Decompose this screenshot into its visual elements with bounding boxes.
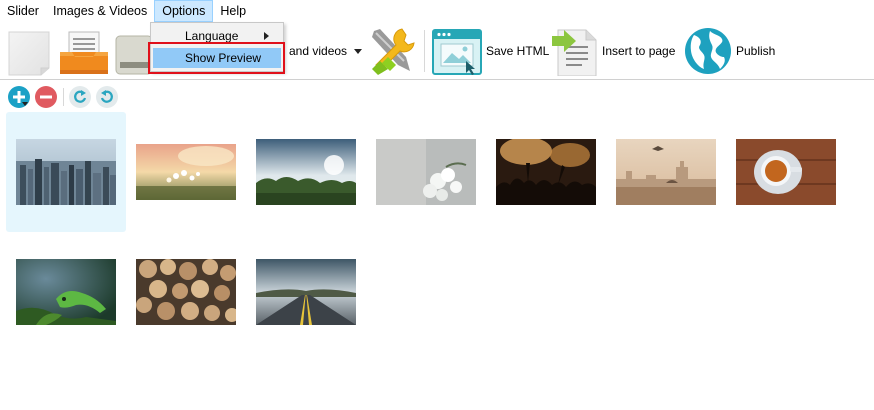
- thumbnail-coffee-cup[interactable]: [736, 139, 836, 205]
- save-html-icon: [432, 29, 482, 75]
- new-slider-button[interactable]: [8, 22, 50, 80]
- menu-images-videos[interactable]: Images & Videos: [46, 0, 154, 22]
- wood-logs-image: [136, 259, 236, 325]
- highlight-annotation-box: [148, 42, 285, 74]
- thumbnail-forest-sky[interactable]: [256, 139, 356, 205]
- thumbnail-white-flowers[interactable]: [376, 139, 476, 205]
- forest-sky-image: [256, 139, 356, 205]
- gallery-toolbar: [0, 84, 874, 112]
- publish-button[interactable]: Publish: [684, 22, 775, 80]
- submenu-arrow-icon: [264, 32, 269, 40]
- remove-image-button[interactable]: [35, 86, 57, 108]
- insert-to-page-label: Insert to page: [602, 44, 676, 58]
- images-videos-button[interactable]: and videos: [289, 22, 363, 80]
- settings-tools-button[interactable]: [366, 22, 418, 80]
- rotate-right-button[interactable]: [96, 86, 118, 108]
- menu-options[interactable]: Options: [154, 0, 214, 22]
- dropdown-arrow-icon[interactable]: [354, 48, 363, 54]
- thumbnail-concert-crowd[interactable]: [496, 139, 596, 205]
- flowers-sunset-image: [136, 144, 236, 200]
- menu-slider[interactable]: Slider: [0, 0, 46, 22]
- globe-icon: [685, 28, 731, 74]
- thumbnail-city-skyline[interactable]: [16, 139, 116, 205]
- blank-page-icon: [8, 31, 50, 76]
- save-html-button[interactable]: Save HTML: [432, 22, 549, 80]
- menu-bar: Slider Images & Videos Options Help: [0, 0, 874, 22]
- publish-label: Publish: [736, 44, 776, 58]
- dropdown-small-arrow-icon: [22, 102, 28, 106]
- iguana-image: [16, 259, 116, 325]
- minus-icon: [40, 95, 52, 99]
- rotate-left-icon: [74, 90, 87, 103]
- add-image-button[interactable]: [8, 86, 30, 108]
- london-bird-image: [616, 139, 716, 205]
- thumbnail-london-bird[interactable]: [616, 139, 716, 205]
- open-button[interactable]: [58, 22, 110, 80]
- thumbnail-flowers-sunset[interactable]: [136, 144, 236, 200]
- menu-help[interactable]: Help: [213, 0, 253, 22]
- open-tray-icon: [60, 31, 108, 74]
- insert-to-page-button[interactable]: Insert to page: [552, 22, 675, 80]
- thumbnail-wood-logs[interactable]: [136, 259, 236, 325]
- thumbnail-road[interactable]: [256, 259, 356, 325]
- subbar-separator: [63, 88, 64, 106]
- concert-crowd-image: [496, 139, 596, 205]
- insert-page-icon: [552, 29, 597, 76]
- toolbar-separator: [424, 30, 425, 72]
- tools-icon: [372, 28, 415, 75]
- rotate-left-button[interactable]: [69, 86, 91, 108]
- rotate-right-icon: [100, 90, 113, 103]
- save-html-label: Save HTML: [486, 44, 550, 58]
- images-videos-label: and videos: [289, 44, 348, 58]
- coffee-cup-image: [736, 139, 836, 205]
- main-toolbar: and videos Save HTML Insert to page Publ…: [0, 22, 874, 80]
- language-label: Language: [185, 29, 239, 43]
- road-image: [256, 259, 356, 325]
- city-skyline-image: [16, 139, 116, 205]
- white-flowers-image: [376, 139, 476, 205]
- thumbnail-iguana[interactable]: [16, 259, 116, 325]
